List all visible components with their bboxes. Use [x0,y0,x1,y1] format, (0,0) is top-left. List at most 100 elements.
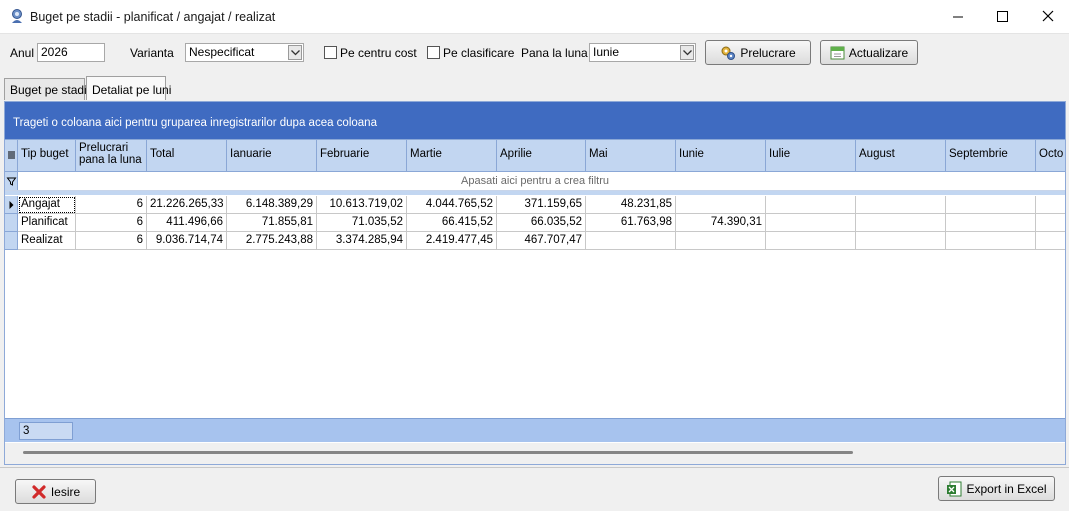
horizontal-scrollbar[interactable] [5,443,1065,464]
table-cell[interactable]: 66.415,52 [407,214,497,232]
table-cell[interactable]: Planificat [18,214,76,232]
table-cell[interactable]: 9.036.714,74 [147,232,227,250]
row-indicator[interactable] [5,232,18,250]
column-header-aprilie[interactable]: Aprilie [497,140,586,171]
update-button[interactable]: Actualizare [820,40,918,65]
red-x-icon [32,484,46,499]
table-cell[interactable] [946,196,1036,214]
current-row-arrow-icon [9,201,14,209]
column-header-total[interactable]: Total [147,140,227,171]
table-cell[interactable]: 2.419.477,45 [407,232,497,250]
row-indicator[interactable] [5,196,18,214]
table-cell[interactable]: 21.226.265,33 [147,196,227,214]
column-header-prelucrari[interactable]: Prelucrari pana la luna [76,140,147,171]
table-cell[interactable] [1036,214,1065,232]
table-cell[interactable]: 48.231,85 [586,196,676,214]
column-header-label: Iunie [679,148,704,160]
until-month-select[interactable]: Iunie [589,43,696,62]
table-cell[interactable]: 371.159,65 [497,196,586,214]
bottom-bar: Iesire Export in Excel [0,467,1069,511]
per-classification-label[interactable]: Pe clasificare [443,46,514,60]
table-cell[interactable] [766,232,856,250]
per-classification-checkbox[interactable] [427,46,440,59]
table-cell[interactable]: 2.775.243,88 [227,232,317,250]
row-indicator[interactable] [5,214,18,232]
group-panel-text: Trageti o coloana aici pentru gruparea i… [13,117,377,129]
table-cell[interactable] [856,232,946,250]
column-header-mai[interactable]: Mai [586,140,676,171]
table-cell[interactable]: 61.763,98 [586,214,676,232]
table-cell[interactable]: 74.390,31 [676,214,766,232]
table-cell[interactable]: Angajat [18,196,76,214]
table-cell[interactable] [946,232,1036,250]
year-label: Anul [10,46,35,60]
table-cell[interactable]: Realizat [18,232,76,250]
table-cell[interactable] [676,196,766,214]
per-cost-center-label[interactable]: Pe centru cost [340,46,417,60]
row-count-value: 3 [23,425,30,437]
filter-row[interactable]: Apasati aici pentru a crea filtru [5,172,1065,191]
column-header-martie[interactable]: Martie [407,140,497,171]
table-cell[interactable]: 71.035,52 [317,214,407,232]
column-header-septembrie[interactable]: Septembrie [946,140,1036,171]
table-cell[interactable] [676,232,766,250]
app-icon [12,9,22,23]
table-cell[interactable]: 467.707,47 [497,232,586,250]
column-chooser-icon [8,151,15,159]
column-header-tip-buget[interactable]: Tip buget [18,140,76,171]
table-row[interactable]: Angajat 6 21.226.265,33 6.148.389,29 10.613.… [5,196,1065,214]
table-cell[interactable]: 411.496,66 [147,214,227,232]
table-cell[interactable] [1036,232,1065,250]
table-cell[interactable] [586,232,676,250]
variant-value: Nespecificat [189,45,255,59]
tab-label: Detaliat pe luni [92,83,172,97]
table-cell[interactable]: 4.044.765,52 [407,196,497,214]
column-header-octombrie[interactable]: Octo [1036,140,1065,171]
table-row[interactable]: Planificat 6 411.496,66 71.855,81 71.035,52 6… [5,214,1065,232]
column-header-iunie[interactable]: Iunie [676,140,766,171]
variant-select[interactable]: Nespecificat [185,43,304,62]
minimize-button[interactable] [935,0,981,34]
tab-monthly-detail[interactable]: Detaliat pe luni [86,76,171,100]
maximize-button[interactable] [980,0,1026,34]
variant-dropdown-button[interactable] [288,45,302,60]
until-month-label: Pana la luna [521,46,588,60]
close-button[interactable] [1025,0,1069,34]
table-cell[interactable] [766,214,856,232]
export-excel-button[interactable]: Export in Excel [938,476,1055,501]
table-cell[interactable]: 66.035,52 [497,214,586,232]
column-chooser-button[interactable] [5,140,18,171]
until-month-value: Iunie [593,45,620,59]
column-header-iulie[interactable]: Iulie [766,140,856,171]
table-cell[interactable]: 6 [76,232,147,250]
group-by-panel[interactable]: Trageti o coloana aici pentru gruparea i… [5,102,1065,139]
column-header-ianuarie[interactable]: Ianuarie [227,140,317,171]
table-cell[interactable]: 6 [76,196,147,214]
table-cell[interactable]: 6 [76,214,147,232]
title-bar: Buget pe stadii - planificat / angajat /… [0,0,1069,34]
per-cost-center-checkbox[interactable] [324,46,337,59]
column-header-august[interactable]: August [856,140,946,171]
table-row[interactable]: Realizat 6 9.036.714,74 2.775.243,88 3.374.2… [5,232,1065,250]
table-cell[interactable] [946,214,1036,232]
exit-button[interactable]: Iesire [15,479,96,504]
tab-budget-by-stage[interactable]: Buget pe stadii [4,78,89,100]
table-cell[interactable]: 6.148.389,29 [227,196,317,214]
table-cell[interactable] [1036,196,1065,214]
year-input[interactable]: 2026 [37,43,105,62]
table-cell[interactable]: 10.613.719,02 [317,196,407,214]
process-button-label: Prelucrare [740,45,796,60]
table-cell[interactable]: 3.374.285,94 [317,232,407,250]
column-header-februarie[interactable]: Februarie [317,140,407,171]
close-icon [1042,10,1054,22]
table-cell[interactable] [766,196,856,214]
variant-label: Varianta [130,46,174,60]
month-dropdown-button[interactable] [680,45,694,60]
table-cell[interactable] [856,214,946,232]
chevron-down-icon [683,50,692,56]
process-button[interactable]: Prelucrare [705,40,811,65]
table-cell[interactable]: 71.855,81 [227,214,317,232]
table-cell[interactable] [856,196,946,214]
scrollbar-thumb[interactable] [23,451,853,454]
column-header-label: Total [150,148,175,160]
